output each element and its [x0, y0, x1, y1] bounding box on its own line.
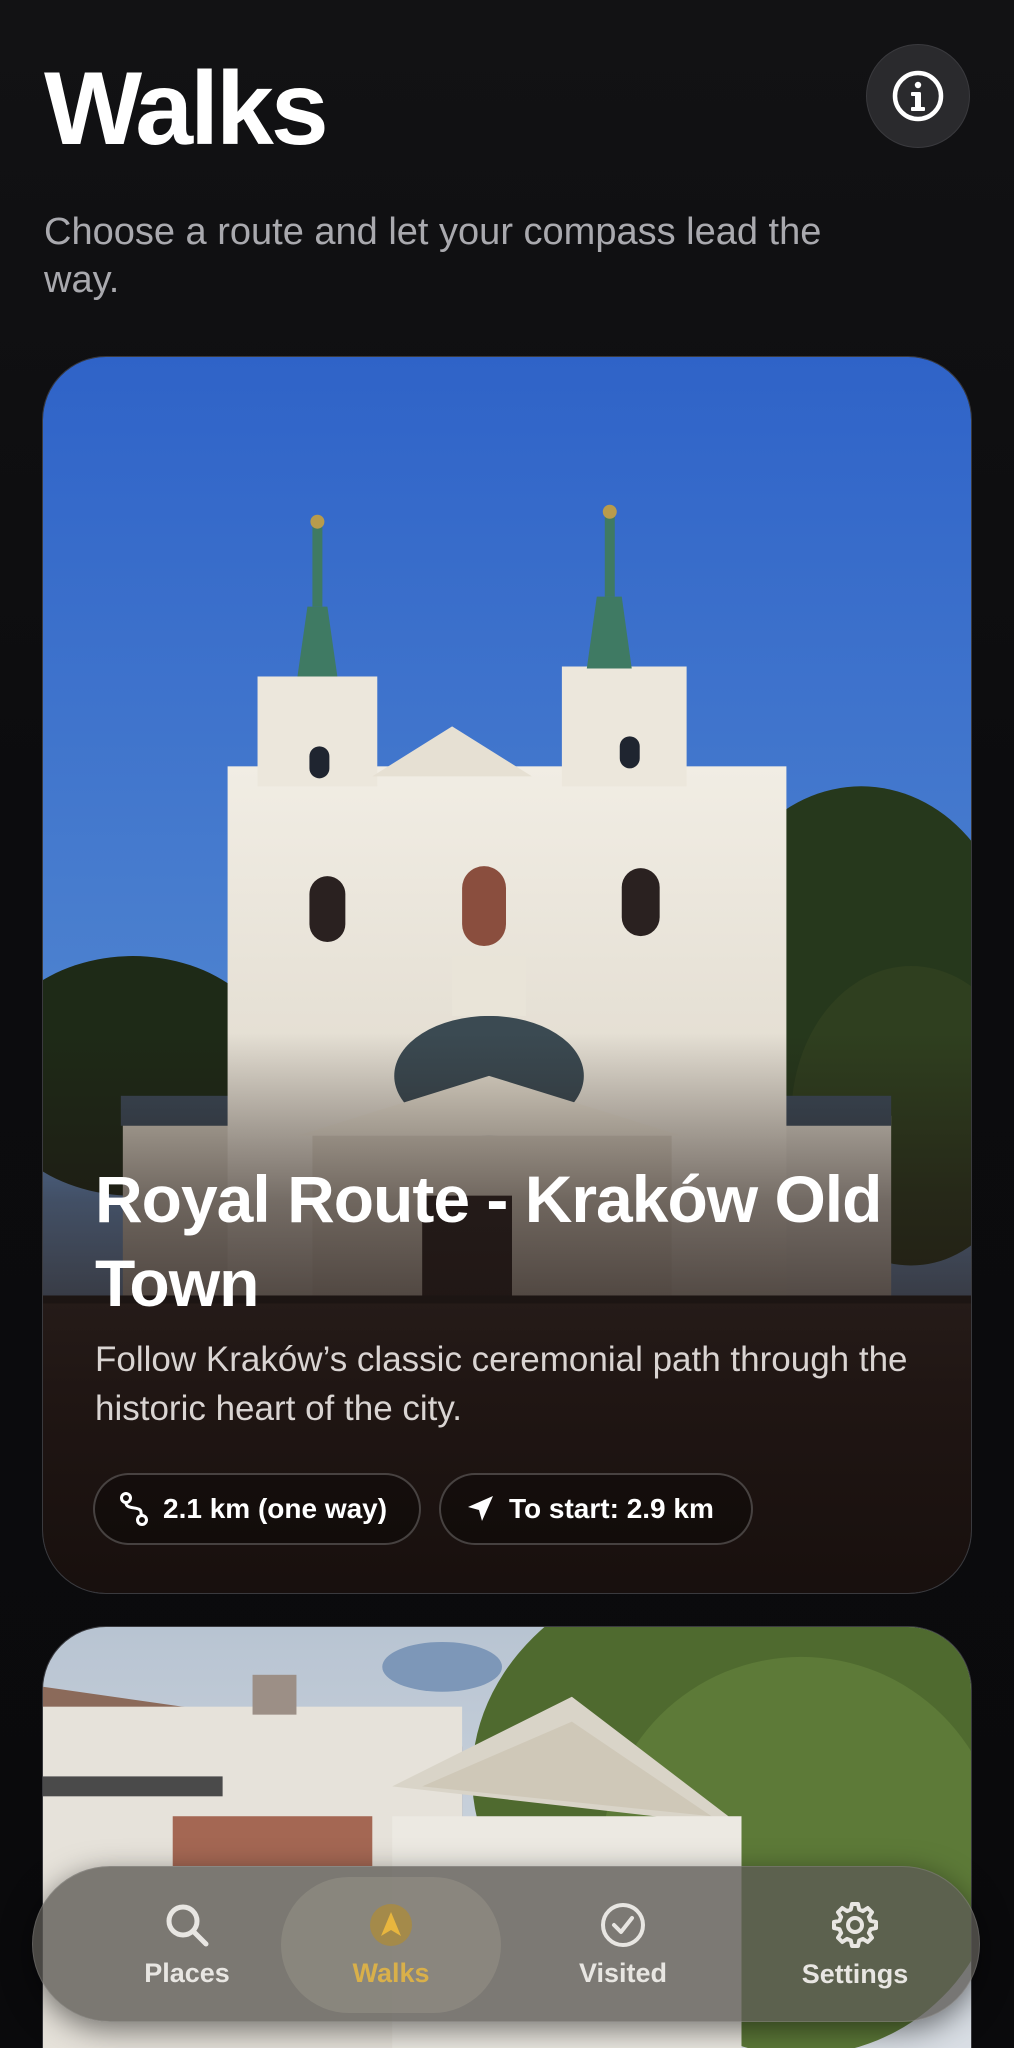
distance-chip: 2.1 km (one way)	[93, 1473, 421, 1545]
tab-label: Walks	[352, 1957, 430, 1988]
page-title: Walks	[44, 51, 329, 167]
route-icon	[120, 1492, 148, 1526]
check-circle-icon	[601, 1902, 645, 1947]
walk-card[interactable]: Royal Route - Kraków Old Town Follow Kra…	[42, 356, 972, 1594]
tab-label: Places	[144, 1957, 230, 1988]
to-start-chip: To start: 2.9 km	[439, 1473, 753, 1545]
walk-description: Follow Kraków’s classic ceremonial path …	[95, 1340, 908, 1428]
page-subtitle: Choose a route and let your compass lead…	[44, 211, 822, 301]
tab-bar: Places Walks Visited Settings	[32, 1866, 980, 2022]
compass-icon	[370, 1903, 412, 1946]
info-button[interactable]	[866, 44, 970, 148]
walks-screen: Walks Choose a route and let your compas…	[0, 0, 1014, 2048]
info-circle-icon	[892, 70, 944, 122]
tab-label: Visited	[578, 1957, 668, 1988]
to-start-label: To start: 2.9 km	[509, 1493, 714, 1524]
tab-label: Settings	[801, 1958, 909, 1989]
location-arrow-icon	[468, 1496, 493, 1521]
tab-walks[interactable]: Walks	[281, 1877, 501, 2013]
walk-title: Royal Route - Kraków Old Town	[95, 1162, 882, 1320]
tab-places[interactable]: Places	[77, 1877, 297, 2013]
distance-label: 2.1 km (one way)	[163, 1493, 388, 1524]
gear-icon	[832, 1901, 878, 1948]
tab-visited[interactable]: Visited	[513, 1877, 733, 2013]
search-icon	[166, 1904, 209, 1946]
tab-settings[interactable]: Settings	[745, 1877, 965, 2013]
